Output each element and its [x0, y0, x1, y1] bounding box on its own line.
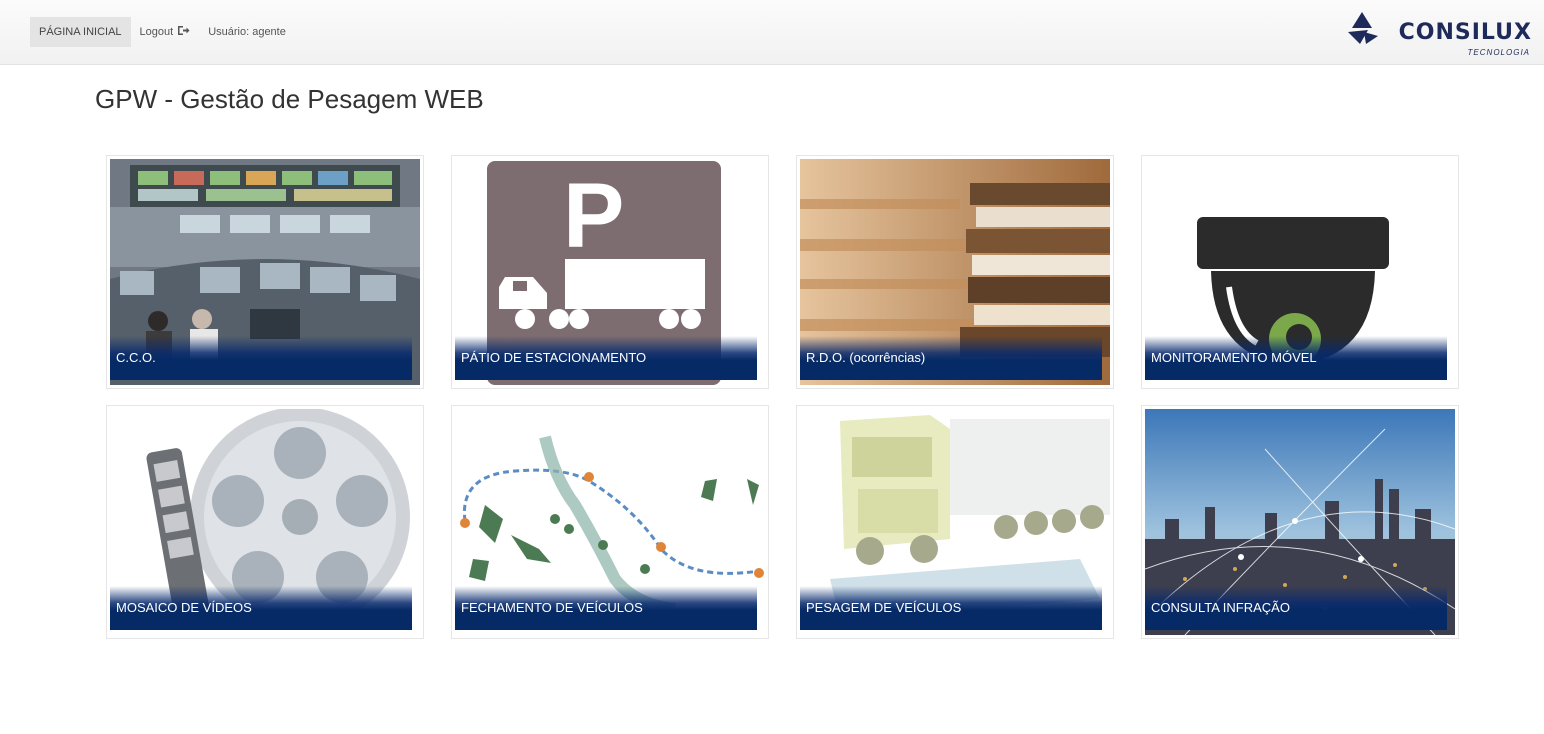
current-user: Usuário: agente	[199, 17, 295, 47]
nav-home-link[interactable]: PÁGINA INICIAL	[30, 17, 131, 47]
logout-label: Logout	[139, 26, 174, 38]
tile-fechamento-veiculos[interactable]: FECHAMENTO DE VEÍCULOS	[451, 405, 769, 639]
consilux-logo: CONSILUX TECNOLOGIA	[1342, 8, 1532, 60]
tile-pesagem-veiculos[interactable]: PESAGEM DE VEÍCULOS	[796, 405, 1114, 639]
tile-patio-estacionamento[interactable]: P PÁTIO DE ESTACIONAMENTO	[451, 155, 769, 389]
current-user-label: Usuário: agente	[208, 26, 286, 38]
tile-label: PESAGEM DE VEÍCULOS	[800, 586, 1102, 630]
tile-label: PÁTIO DE ESTACIONAMENTO	[455, 336, 757, 380]
svg-text:P: P	[563, 165, 624, 267]
tile-mosaico-videos[interactable]: MOSAICO DE VÍDEOS	[106, 405, 424, 639]
page-title: GPW - Gestão de Pesagem WEB	[95, 84, 484, 114]
nav-menu: PÁGINA INICIAL Logout Usuário: agente	[30, 17, 295, 47]
tile-label: R.D.O. (ocorrências)	[800, 336, 1102, 380]
tile-consulta-infracao[interactable]: CONSULTA INFRAÇÃO	[1141, 405, 1459, 639]
logout-link[interactable]: Logout	[131, 17, 200, 47]
tile-cco[interactable]: C.C.O.	[106, 155, 424, 389]
top-navbar: PÁGINA INICIAL Logout Usuário: agente CO…	[0, 0, 1544, 65]
logout-icon	[177, 17, 190, 47]
brand-tagline: TECNOLOGIA	[1467, 48, 1530, 57]
tile-label: C.C.O.	[110, 336, 412, 380]
tile-label: CONSULTA INFRAÇÃO	[1145, 586, 1447, 630]
brand-name: CONSILUX	[1398, 20, 1532, 45]
consilux-logo-mark	[1348, 12, 1378, 44]
tile-label: FECHAMENTO DE VEÍCULOS	[455, 586, 757, 630]
tile-monitoramento-movel[interactable]: MONITORAMENTO MÓVEL	[1141, 155, 1459, 389]
tile-label: MOSAICO DE VÍDEOS	[110, 586, 412, 630]
tile-label: MONITORAMENTO MÓVEL	[1145, 336, 1447, 380]
nav-home-label: PÁGINA INICIAL	[39, 26, 122, 38]
tile-rdo[interactable]: R.D.O. (ocorrências)	[796, 155, 1114, 389]
